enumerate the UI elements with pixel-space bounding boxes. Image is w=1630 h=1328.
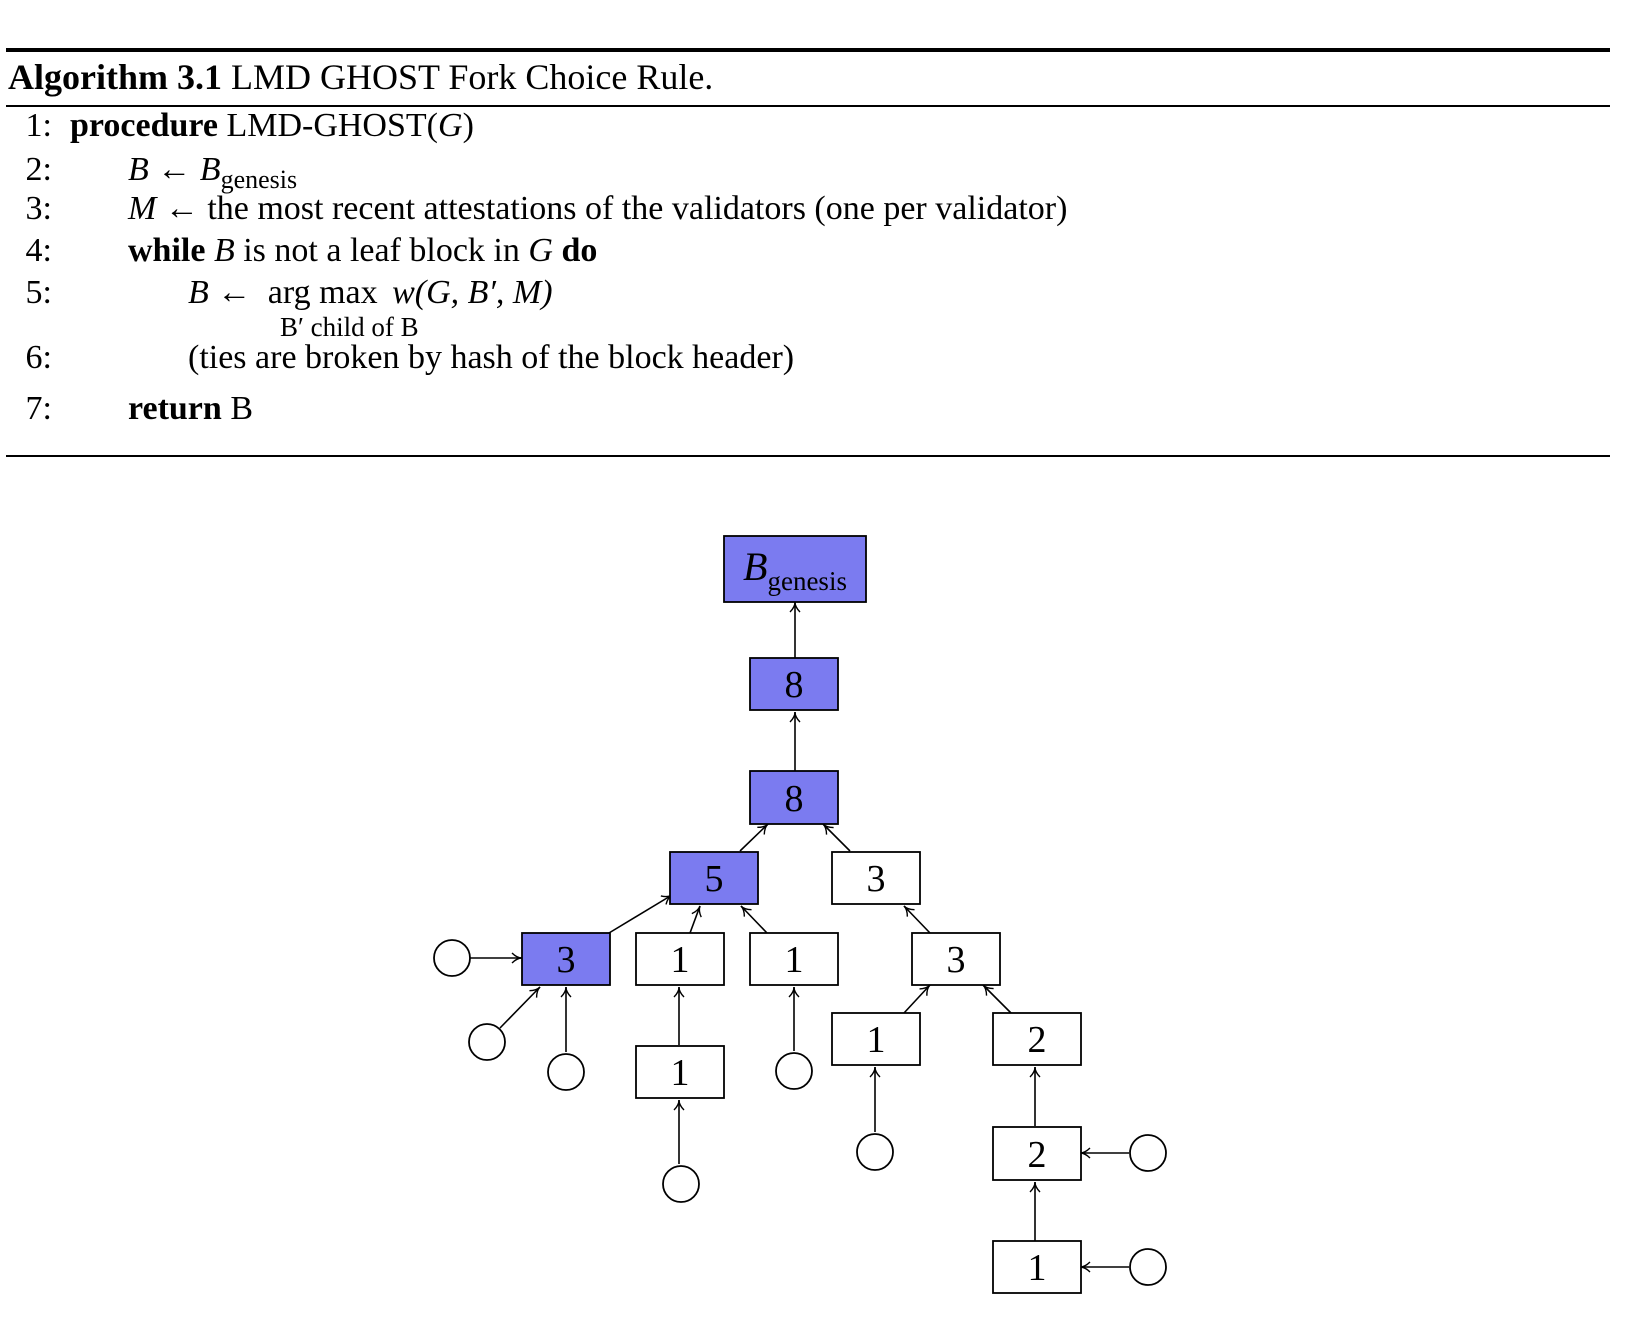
edge (739, 823, 769, 852)
edge (822, 823, 851, 852)
block-weight: 5 (705, 858, 724, 900)
block-n1a: 1 (635, 932, 725, 986)
block-n5: 5 (669, 851, 759, 905)
validator-circle (468, 1023, 506, 1061)
block-weight: 2 (1028, 1134, 1047, 1176)
genesis-label-main: B (743, 544, 767, 589)
edge (903, 984, 931, 1014)
block-weight: 8 (785, 778, 804, 820)
edge (499, 986, 541, 1029)
block-weight: 3 (947, 939, 966, 981)
block-weight: 1 (785, 939, 804, 981)
block-n1c: 1 (635, 1045, 725, 1099)
block-n1d: 1 (831, 1012, 921, 1066)
block-n1e: 1 (992, 1240, 1082, 1294)
block-n3r: 3 (831, 851, 921, 905)
validator-circle (1129, 1134, 1167, 1172)
block-weight: 2 (1028, 1019, 1047, 1061)
block-weight: 1 (1028, 1247, 1047, 1289)
block-n8a: 8 (749, 657, 839, 711)
block-n2a: 2 (992, 1012, 1082, 1066)
edge (689, 905, 702, 934)
edge (740, 905, 768, 934)
genesis-block: Bgenesis (723, 535, 867, 603)
validator-circle (662, 1165, 700, 1203)
block-weight: 1 (671, 939, 690, 981)
block-n1b: 1 (749, 932, 839, 986)
block-weight: 1 (671, 1052, 690, 1094)
block-weight: 3 (557, 939, 576, 981)
block-tree-diagram: Bgenesis 8 8 5 3 3 1 1 3 1 1 2 2 1 (433, 535, 1167, 1294)
block-weight: 1 (867, 1019, 886, 1061)
edge (608, 894, 673, 934)
block-n3l: 3 (521, 932, 611, 986)
block-n8b: 8 (749, 770, 839, 825)
block-n3rr: 3 (911, 932, 1001, 986)
edge (903, 905, 931, 934)
block-weight: 8 (785, 664, 804, 706)
block-weight: 3 (867, 858, 886, 900)
block-n2b: 2 (992, 1126, 1082, 1181)
validator-circle (433, 939, 471, 977)
validator-circle (775, 1052, 813, 1090)
validator-circle (1129, 1248, 1167, 1286)
edge (982, 984, 1012, 1014)
genesis-label-sub: genesis (767, 566, 846, 596)
validator-circle (547, 1053, 585, 1091)
validator-circles (433, 939, 1167, 1286)
validator-circle (856, 1133, 894, 1171)
